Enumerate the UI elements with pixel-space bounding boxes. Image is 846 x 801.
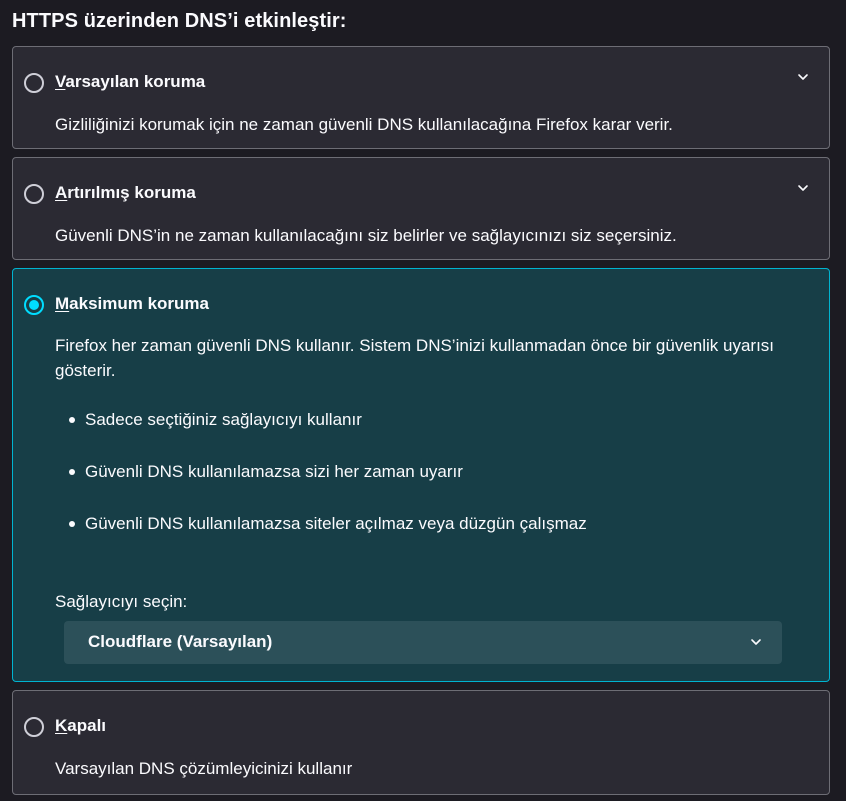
title-text: rtırılmış koruma <box>67 183 196 202</box>
feature-list: Sadece seçtiğiniz sağlayıcıyı kullanır G… <box>65 407 587 563</box>
list-item: Sadece seçtiğiniz sağlayıcıyı kullanır <box>65 407 587 433</box>
option-description: Gizliliğinizi korumak için ne zaman güve… <box>55 115 673 134</box>
provider-select-value: Cloudflare (Varsayılan) <box>88 632 273 651</box>
option-default-protection[interactable]: Varsayılan koruma Gizliliğinizi korumak … <box>12 46 830 149</box>
option-title-default-protection: Varsayılan koruma <box>55 72 205 92</box>
list-item: Güvenli DNS kullanılamazsa siteler açılm… <box>65 511 587 537</box>
chevron-down-icon[interactable] <box>797 71 809 83</box>
bullet-icon <box>69 521 75 527</box>
provider-select[interactable]: Cloudflare (Varsayılan) <box>64 621 782 664</box>
radio-increased-protection[interactable] <box>24 184 44 204</box>
option-description: Firefox her zaman güvenli DNS kullanır. … <box>55 336 775 380</box>
option-max-protection[interactable]: Maksimum koruma Firefox her zaman güvenl… <box>12 268 830 682</box>
chevron-down-icon <box>751 639 761 645</box>
provider-label: Sağlayıcıyı seçin: <box>55 592 188 611</box>
accesskey-letter: K <box>55 716 68 735</box>
list-item: Güvenli DNS kullanılamazsa sizi her zama… <box>65 459 587 485</box>
list-item-text: Güvenli DNS kullanılamazsa sizi her zama… <box>85 462 463 481</box>
section-heading: HTTPS üzerinden DNS’i etkinleştir: <box>12 10 347 32</box>
option-title-increased-protection: Artırılmış koruma <box>55 183 196 203</box>
title-text: apalı <box>67 716 107 735</box>
option-description: Varsayılan DNS çözümleyicinizi kullanır <box>55 759 353 778</box>
accesskey-letter: M <box>55 294 70 313</box>
list-item-text: Güvenli DNS kullanılamazsa siteler açılm… <box>85 514 587 533</box>
accesskey-letter: V <box>55 72 66 91</box>
option-increased-protection[interactable]: Artırılmış koruma Güvenli DNS’in ne zama… <box>12 157 830 260</box>
option-title-max-protection: Maksimum koruma <box>55 294 209 314</box>
bullet-icon <box>69 417 75 423</box>
radio-max-protection[interactable] <box>24 295 44 315</box>
chevron-down-icon[interactable] <box>797 182 809 194</box>
radio-off[interactable] <box>24 717 44 737</box>
accesskey-letter: A <box>55 183 68 202</box>
option-off[interactable]: Kapalı Varsayılan DNS çözümleyicinizi ku… <box>12 690 830 795</box>
radio-default-protection[interactable] <box>24 73 44 93</box>
option-description: Güvenli DNS’in ne zaman kullanılacağını … <box>55 226 677 245</box>
list-item-text: Sadece seçtiğiniz sağlayıcıyı kullanır <box>85 410 362 429</box>
title-text: arsayılan koruma <box>65 72 206 91</box>
bullet-icon <box>69 469 75 475</box>
option-title-off: Kapalı <box>55 716 106 736</box>
title-text: aksimum koruma <box>69 294 210 313</box>
